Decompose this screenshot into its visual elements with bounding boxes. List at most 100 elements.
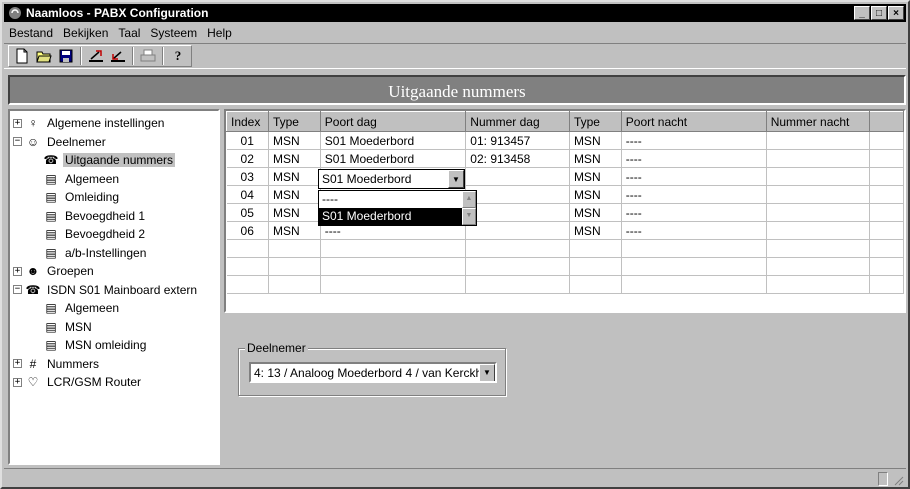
table-cell[interactable] xyxy=(766,239,871,258)
help-icon[interactable]: ? xyxy=(167,46,189,66)
table-cell[interactable] xyxy=(465,257,570,276)
column-header[interactable]: Type xyxy=(568,111,622,132)
table-row[interactable] xyxy=(226,275,904,294)
table-cell[interactable]: S01 Moederbord xyxy=(320,131,467,150)
dropdown-scrollbar[interactable]: ▲ ▼ xyxy=(462,191,476,225)
column-header[interactable]: Nummer dag xyxy=(465,111,570,132)
table-cell[interactable]: ---- xyxy=(621,221,767,240)
table-cell[interactable] xyxy=(621,257,767,276)
tree-item[interactable]: ▤ MSN xyxy=(10,318,218,337)
deelnemer-select[interactable]: 4: 13 / Analoog Moederbord 4 / van Kerck… xyxy=(249,362,497,383)
table-row[interactable]: 02 MSN S01 Moederbord 02: 913458 MSN ---- xyxy=(226,149,904,168)
table-row[interactable]: 01 MSN S01 Moederbord 01: 913457 MSN ---- xyxy=(226,131,904,150)
expand-icon[interactable]: + xyxy=(13,266,22,276)
table-cell[interactable]: MSN xyxy=(268,221,321,240)
table-cell[interactable] xyxy=(869,203,904,222)
tree-item[interactable]: ▤ Algemeen xyxy=(10,170,218,189)
new-file-icon[interactable] xyxy=(11,46,33,66)
table-cell[interactable] xyxy=(869,185,904,204)
table-cell[interactable]: S01 Moederbord xyxy=(320,149,467,168)
expand-icon[interactable]: + xyxy=(13,377,22,387)
table-cell[interactable]: 01 xyxy=(226,131,269,150)
column-header[interactable]: Poort dag xyxy=(319,111,467,132)
scroll-down-icon[interactable]: ▼ xyxy=(462,208,476,225)
tree-item[interactable]: ▤ a/b-Instellingen xyxy=(10,244,218,263)
tree-item[interactable]: ☎ Uitgaande nummers xyxy=(10,151,218,170)
scroll-up-icon[interactable]: ▲ xyxy=(462,191,476,208)
tree-item[interactable]: ▤ MSN omleiding xyxy=(10,336,218,355)
download-icon[interactable] xyxy=(107,46,129,66)
table-cell[interactable] xyxy=(766,167,871,186)
column-header[interactable]: Poort nacht xyxy=(620,111,767,132)
column-header[interactable]: Type xyxy=(267,111,321,132)
menu-bestand[interactable]: Bestand xyxy=(4,26,58,40)
table-cell[interactable] xyxy=(569,257,622,276)
table-row[interactable] xyxy=(226,239,904,258)
table-cell[interactable] xyxy=(869,131,904,150)
table-cell[interactable]: 02: 913458 xyxy=(465,149,570,168)
table-cell[interactable] xyxy=(320,257,467,276)
table-cell[interactable]: MSN xyxy=(569,221,622,240)
table-cell[interactable]: ---- xyxy=(621,185,767,204)
poort-dag-combobox[interactable]: S01 Moederbord ▼ xyxy=(318,169,465,189)
tree-item[interactable]: ▤ Algemeen xyxy=(10,299,218,318)
close-button[interactable]: × xyxy=(888,6,904,20)
table-cell[interactable] xyxy=(621,239,767,258)
minimize-button[interactable]: _ xyxy=(854,6,870,20)
table-cell[interactable]: MSN xyxy=(268,149,321,168)
table-cell[interactable] xyxy=(869,221,904,240)
table-cell[interactable] xyxy=(569,275,622,294)
collapse-icon[interactable]: − xyxy=(13,285,22,295)
tree-item[interactable]: + ☻ Groepen xyxy=(10,262,218,281)
open-folder-icon[interactable] xyxy=(33,46,55,66)
dropdown-option[interactable]: ---- xyxy=(319,191,462,208)
table-cell[interactable] xyxy=(766,131,871,150)
column-header[interactable] xyxy=(869,111,904,132)
table-cell[interactable] xyxy=(766,185,871,204)
table-cell[interactable] xyxy=(268,257,321,276)
table-cell[interactable] xyxy=(766,149,871,168)
table-cell[interactable] xyxy=(465,203,570,222)
table-cell[interactable]: MSN xyxy=(268,203,321,222)
table-cell[interactable] xyxy=(465,239,570,258)
print-icon[interactable] xyxy=(137,46,159,66)
maximize-button[interactable]: □ xyxy=(871,6,887,20)
table-cell[interactable] xyxy=(869,167,904,186)
table-cell[interactable]: MSN xyxy=(569,131,622,150)
dropdown-arrow-icon[interactable]: ▼ xyxy=(448,170,464,188)
tree-item[interactable]: ▤ Bevoegdheid 2 xyxy=(10,225,218,244)
column-header[interactable]: Index xyxy=(226,111,269,132)
tree-item[interactable]: − ☎ ISDN S01 Mainboard extern xyxy=(10,281,218,300)
tree-item[interactable]: ▤ Omleiding xyxy=(10,188,218,207)
table-cell[interactable] xyxy=(320,275,467,294)
table-cell[interactable]: 05 xyxy=(226,203,269,222)
upload-icon[interactable] xyxy=(85,46,107,66)
table-cell[interactable]: 01: 913457 xyxy=(465,131,570,150)
table-cell[interactable] xyxy=(766,203,871,222)
expand-icon[interactable]: + xyxy=(13,359,22,369)
table-cell[interactable] xyxy=(869,239,904,258)
table-cell[interactable]: ---- xyxy=(621,203,767,222)
table-cell[interactable]: ---- xyxy=(621,131,767,150)
table-cell[interactable]: 04 xyxy=(226,185,269,204)
menu-taal[interactable]: Taal xyxy=(113,26,145,40)
table-cell[interactable]: 02 xyxy=(226,149,269,168)
table-cell[interactable] xyxy=(766,221,871,240)
table-cell[interactable]: MSN xyxy=(268,167,321,186)
menu-systeem[interactable]: Systeem xyxy=(145,26,202,40)
resize-grip-icon[interactable] xyxy=(892,474,904,486)
table-cell[interactable]: MSN xyxy=(268,131,321,150)
menu-help[interactable]: Help xyxy=(202,26,237,40)
table-cell[interactable] xyxy=(621,275,767,294)
chevron-down-icon[interactable]: ▼ xyxy=(479,364,495,381)
collapse-icon[interactable]: − xyxy=(13,137,22,147)
table-cell[interactable]: MSN xyxy=(569,167,622,186)
save-disk-icon[interactable] xyxy=(55,46,77,66)
table-cell[interactable]: MSN xyxy=(569,203,622,222)
table-row[interactable] xyxy=(226,257,904,276)
menu-bekijken[interactable]: Bekijken xyxy=(58,26,113,40)
table-cell[interactable] xyxy=(226,239,269,258)
table-cell[interactable] xyxy=(268,275,321,294)
table-cell[interactable] xyxy=(465,167,570,186)
table-cell[interactable]: ---- xyxy=(621,149,767,168)
